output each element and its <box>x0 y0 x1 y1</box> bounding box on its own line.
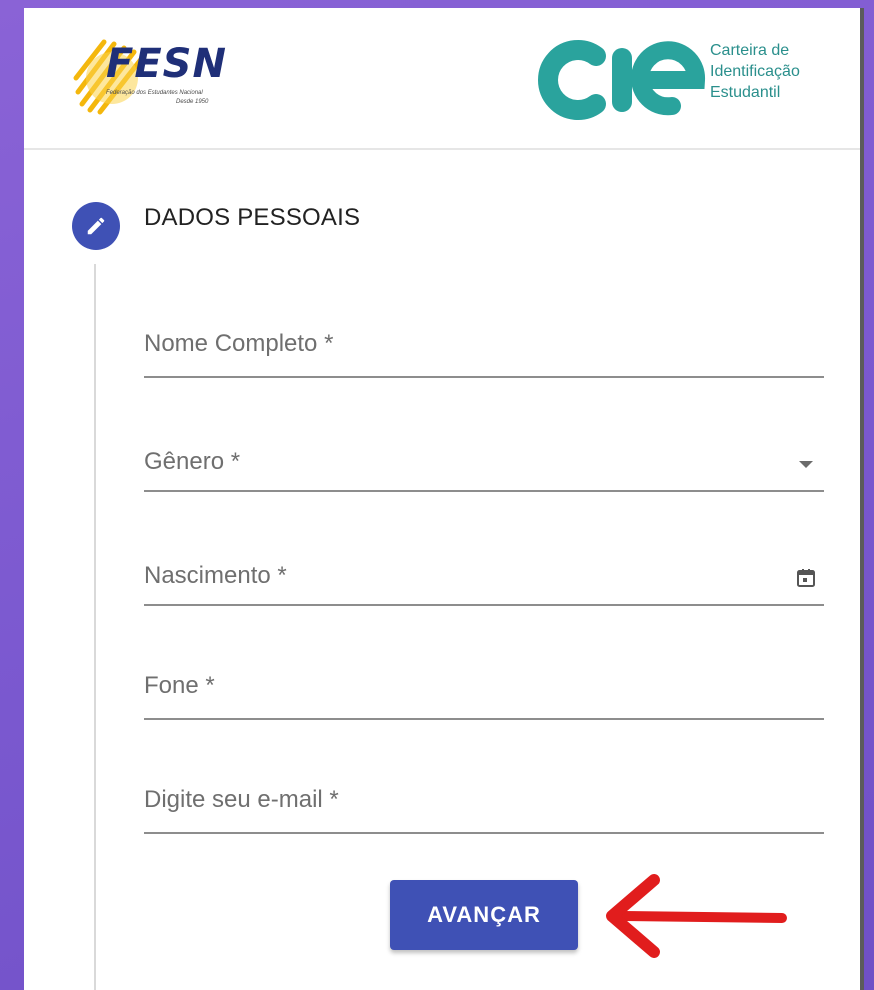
next-button[interactable]: AVANÇAR <box>390 880 578 950</box>
calendar-icon[interactable] <box>794 566 818 590</box>
cie-caption-line-3: Estudantil <box>710 84 781 101</box>
dropdown-caret-icon[interactable] <box>794 452 818 476</box>
step-title: DADOS PESSOAIS <box>144 204 361 231</box>
gender-select[interactable]: Gênero * <box>144 434 824 492</box>
cie-caption-line-1: Carteira de <box>710 42 790 59</box>
phone-input[interactable] <box>144 662 824 718</box>
fesn-tagline: Federação dos Estudantes Nacional <box>106 90 203 96</box>
stepper-connector <box>94 264 96 990</box>
fesn-logo: FESN Federação dos Estudantes Nacional D… <box>72 30 292 120</box>
pencil-icon <box>72 202 120 250</box>
fesn-wordmark: FESN <box>106 41 227 87</box>
gender-label: Gênero * <box>144 448 241 475</box>
cie-caption: Carteira de Identificação Estudantil <box>710 40 800 103</box>
cie-logo: Carteira de Identificação Estudantil <box>534 30 844 130</box>
full-name-input[interactable] <box>144 320 824 376</box>
fesn-since: Desde 1950 <box>176 99 209 105</box>
birth-date-field[interactable]: Nascimento * <box>144 548 824 606</box>
cie-wordmark-graphic <box>538 40 706 120</box>
email-input[interactable] <box>144 776 824 832</box>
phone-screen: FESN Federação dos Estudantes Nacional D… <box>24 8 864 990</box>
cie-caption-line-2: Identificação <box>710 63 800 80</box>
phone-field[interactable] <box>144 662 824 720</box>
email-field[interactable] <box>144 776 824 834</box>
full-name-field[interactable] <box>144 320 824 378</box>
birth-date-label: Nascimento * <box>144 562 287 589</box>
device-bezel-edge <box>860 8 864 990</box>
red-arrow-annotation <box>606 874 787 958</box>
app-header: FESN Federação dos Estudantes Nacional D… <box>24 8 864 150</box>
